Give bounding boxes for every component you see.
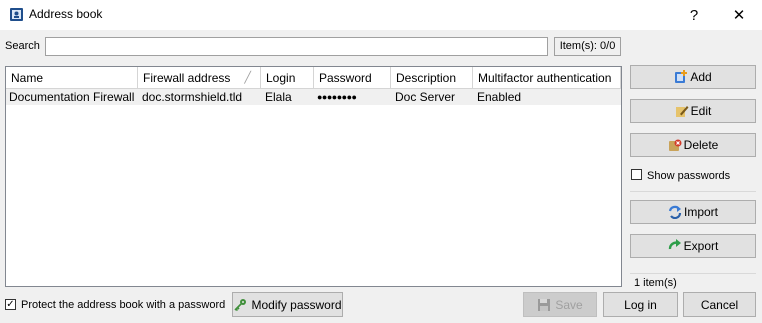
sort-indicator-icon: ╱ (244, 72, 251, 84)
cancel-button[interactable]: Cancel (683, 292, 756, 317)
import-button-label: Import (683, 205, 718, 219)
delete-button-label: Delete (683, 138, 719, 152)
address-book-table[interactable]: Name Firewall address ╱ Login Password D… (5, 66, 622, 287)
side-separator (630, 191, 756, 192)
protect-password-label: Protect the address book with a password (21, 299, 226, 311)
cell-description: Doc Server (395, 90, 456, 104)
column-header-password[interactable]: Password (314, 67, 391, 89)
column-header-login[interactable]: Login (261, 67, 314, 89)
save-button-label: Save (555, 297, 583, 312)
show-passwords-label: Show passwords (647, 170, 731, 182)
add-plus-icon (674, 70, 688, 84)
window-title: Address book (29, 7, 103, 21)
edit-pencil-icon (675, 104, 689, 118)
status-item-count: 1 item(s) (634, 277, 677, 289)
export-button[interactable]: Export (630, 234, 756, 258)
add-button[interactable]: Add (630, 65, 756, 89)
column-header-multifactor-authentication[interactable]: Multifactor authentication (473, 67, 621, 89)
delete-button[interactable]: Delete (630, 133, 756, 157)
cell-login: Elala (265, 90, 292, 104)
table-row[interactable]: Documentation Firewall doc.stormshield.t… (6, 89, 621, 105)
column-header-label: Firewall address (143, 71, 231, 85)
export-arrow-icon (668, 239, 682, 253)
save-button[interactable]: Save (523, 292, 597, 317)
status-separator (630, 273, 756, 274)
show-passwords-checkbox[interactable] (631, 169, 642, 180)
delete-icon (668, 138, 682, 152)
modify-password-button[interactable]: Modify password (232, 292, 343, 317)
export-button-label: Export (683, 239, 719, 253)
cell-firewall-address: doc.stormshield.tld (142, 90, 243, 104)
title-bar: Address book ? ✕ (0, 0, 762, 30)
import-arrow-icon (668, 205, 682, 220)
log-in-button[interactable]: Log in (603, 292, 678, 317)
edit-button[interactable]: Edit (630, 99, 756, 123)
search-input[interactable] (45, 37, 548, 56)
protect-password-checkbox[interactable]: ✓ (5, 299, 16, 310)
column-header-description[interactable]: Description (391, 67, 473, 89)
help-button[interactable]: ? (672, 0, 716, 30)
add-button-label: Add (690, 70, 712, 84)
column-header-firewall-address[interactable]: Firewall address ╱ (138, 67, 261, 89)
floppy-disk-icon (537, 298, 551, 312)
cell-password: ●●●●●●●● (317, 92, 357, 102)
close-button[interactable]: ✕ (717, 0, 761, 30)
item-count: Item(s): 0/0 (554, 37, 621, 56)
search-label: Search (5, 40, 40, 52)
edit-button-label: Edit (690, 104, 712, 118)
table-header: Name Firewall address ╱ Login Password D… (6, 67, 621, 89)
column-header-name[interactable]: Name (6, 67, 138, 89)
cell-name: Documentation Firewall (9, 90, 135, 104)
address-book-icon (9, 7, 24, 22)
import-button[interactable]: Import (630, 200, 756, 224)
modify-password-label: Modify password (251, 297, 342, 312)
cell-mfa: Enabled (477, 90, 522, 104)
key-icon (233, 298, 247, 312)
